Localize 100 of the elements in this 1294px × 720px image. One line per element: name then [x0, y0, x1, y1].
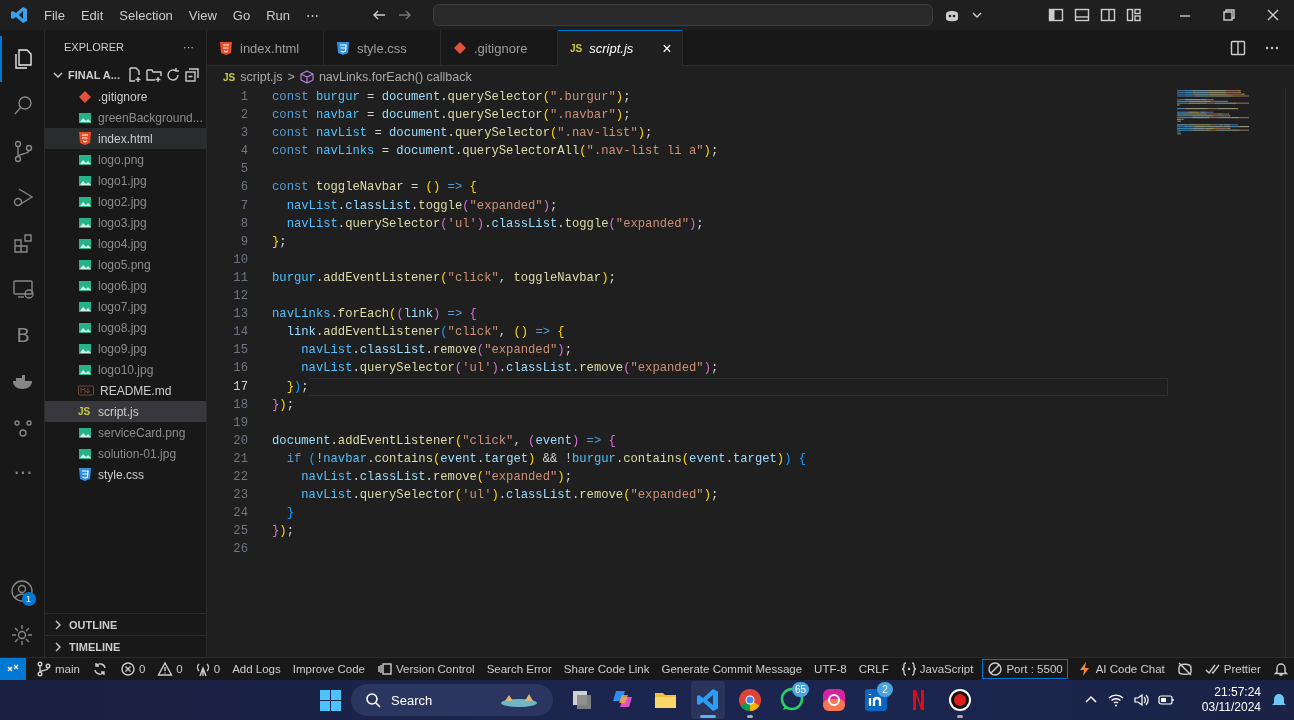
battery-icon[interactable] — [1157, 692, 1175, 708]
menu-item[interactable]: File — [36, 0, 73, 30]
explorer-entry[interactable]: logo10.jpg — [45, 359, 206, 380]
restore-icon[interactable] — [1222, 8, 1236, 22]
speaker-icon[interactable] — [1132, 692, 1149, 708]
explorer-entry[interactable]: logo.png — [45, 149, 206, 170]
status-item[interactable]: AI Code Chat — [1071, 658, 1170, 680]
extension-button[interactable]: B — [16, 323, 30, 347]
refresh-icon[interactable] — [164, 67, 181, 83]
menu-item[interactable]: Go — [224, 0, 259, 30]
editor-tab[interactable]: JS script.js × — [558, 30, 683, 66]
editor-tab[interactable]: index.html — [207, 30, 324, 65]
explorer-entry[interactable]: logo7.jpg — [45, 296, 206, 317]
status-item[interactable]: 0 — [189, 658, 226, 680]
more-button[interactable]: ··· — [13, 461, 33, 485]
status-item[interactable]: Prettier — [1199, 658, 1266, 680]
menu-item[interactable]: Edit — [72, 0, 112, 30]
explorer-entry[interactable]: logo3.jpg — [45, 212, 206, 233]
status-item[interactable]: Port : 5500 — [982, 659, 1068, 679]
copilot-icon[interactable] — [1176, 661, 1193, 677]
line-number: 17 — [232, 378, 248, 396]
menu-item[interactable]: View — [180, 0, 225, 30]
breadcrumb-item[interactable]: script.js — [240, 70, 283, 84]
panel-section-header[interactable]: OUTLINE — [45, 613, 206, 635]
status-item[interactable]: Generate Commit Message — [656, 658, 808, 680]
image-file-icon — [78, 257, 92, 272]
close-icon[interactable] — [1266, 8, 1280, 22]
search-icon[interactable] — [11, 93, 35, 117]
extensions-icon[interactable] — [11, 231, 35, 255]
explorer-entry[interactable]: logo8.jpg — [45, 317, 206, 338]
taskbar-search[interactable]: Search — [351, 684, 553, 716]
breadcrumb-item[interactable]: navLinks.forEach() callback — [318, 70, 472, 84]
monitor-icon[interactable] — [11, 277, 35, 301]
line-number: 12 — [232, 288, 248, 306]
status-item[interactable]: JavaScript — [895, 658, 979, 680]
explorer-entry[interactable]: style.css — [45, 464, 206, 485]
explorer-entry[interactable]: serviceCard.png — [45, 422, 206, 443]
html-file-icon — [219, 40, 233, 56]
explorer-entry[interactable]: greenBackground... — [45, 107, 206, 128]
remote-button[interactable] — [0, 658, 26, 680]
record-button-icon — [947, 687, 973, 713]
status-item[interactable]: Add Logs — [227, 658, 286, 680]
windows-start-icon[interactable] — [318, 687, 343, 713]
image-file-icon — [78, 362, 92, 377]
browser-icon — [737, 687, 763, 713]
cube-icon — [299, 70, 314, 84]
line-number: 7 — [239, 197, 248, 215]
explorer-entry[interactable]: index.html — [45, 128, 206, 149]
collapse-all-icon[interactable] — [183, 67, 200, 83]
status-item[interactable]: 0 — [152, 658, 188, 680]
explorer-entry[interactable]: logo1.jpg — [45, 170, 206, 191]
breadcrumb-separator: > — [287, 70, 295, 84]
status-item[interactable]: Search Error — [481, 658, 557, 680]
explorer-entry[interactable]: solution-01.jpg — [45, 443, 206, 464]
status-item[interactable]: 0 — [114, 658, 151, 680]
primary-sidebar-icon[interactable] — [1048, 7, 1064, 23]
editor-tab[interactable]: style.css — [324, 30, 441, 65]
explorer-entry[interactable]: logo4.jpg — [45, 233, 206, 254]
line-number: 10 — [232, 251, 248, 269]
wifi-icon[interactable] — [1107, 692, 1124, 708]
status-item[interactable]: CRLF — [853, 658, 894, 680]
explorer-entry[interactable]: logo2.jpg — [45, 191, 206, 212]
secondary-sidebar-icon[interactable] — [1100, 7, 1116, 23]
more-button[interactable]: ··· — [183, 41, 194, 53]
line-number: 25 — [232, 523, 248, 541]
layout-icon[interactable] — [1126, 7, 1142, 23]
explorer-entry[interactable]: logo5.png — [45, 254, 206, 275]
image-file-icon — [78, 173, 92, 188]
status-item[interactable]: Improve Code — [287, 658, 370, 680]
clock-time[interactable]: 21:57:24 — [1214, 685, 1261, 700]
explorer-entry[interactable]: logo6.jpg — [45, 275, 206, 296]
status-item[interactable]: Version Control — [372, 658, 480, 680]
menu-item[interactable]: Run — [258, 0, 298, 30]
code-line: navList.querySelector('ul').classList.toggle("expanded"); — [285, 215, 704, 233]
explorer-entry[interactable]: README.md — [45, 380, 206, 401]
menu-item[interactable]: ⋯ — [298, 0, 327, 30]
line-number: 4 — [239, 143, 248, 161]
settings-icon[interactable] — [10, 623, 34, 647]
split-editor-icon[interactable] — [1230, 39, 1246, 56]
bell-icon[interactable] — [1272, 661, 1289, 677]
line-number: 16 — [232, 360, 248, 378]
clock-date[interactable]: 03/11/2024 — [1201, 700, 1261, 715]
code-line: navList.querySelector('ul').classList.remove("expanded"); — [300, 487, 719, 505]
status-item[interactable]: Share Code Link — [558, 658, 655, 680]
markdown-file-icon — [78, 383, 94, 398]
run-debug-icon[interactable] — [11, 185, 35, 209]
explorer-entry[interactable]: .gitignore — [45, 86, 206, 107]
status-item[interactable]: UTF-8 — [809, 658, 852, 680]
line-number: 19 — [232, 414, 248, 432]
new-file-icon[interactable] — [126, 67, 143, 83]
html-file-icon — [78, 131, 92, 146]
panel-icon[interactable] — [1074, 7, 1090, 23]
new-folder-icon[interactable] — [145, 67, 162, 83]
folder-name[interactable]: FINAL A... — [68, 69, 120, 81]
explorer-entry[interactable]: JS script.js — [45, 401, 206, 422]
notification-badge: 65 — [791, 682, 809, 697]
sync-icon[interactable] — [91, 661, 108, 677]
menu-item[interactable]: Selection — [111, 0, 181, 30]
explorer-entry[interactable]: logo9.jpg — [45, 338, 206, 359]
status-item[interactable]: main — [31, 658, 85, 680]
